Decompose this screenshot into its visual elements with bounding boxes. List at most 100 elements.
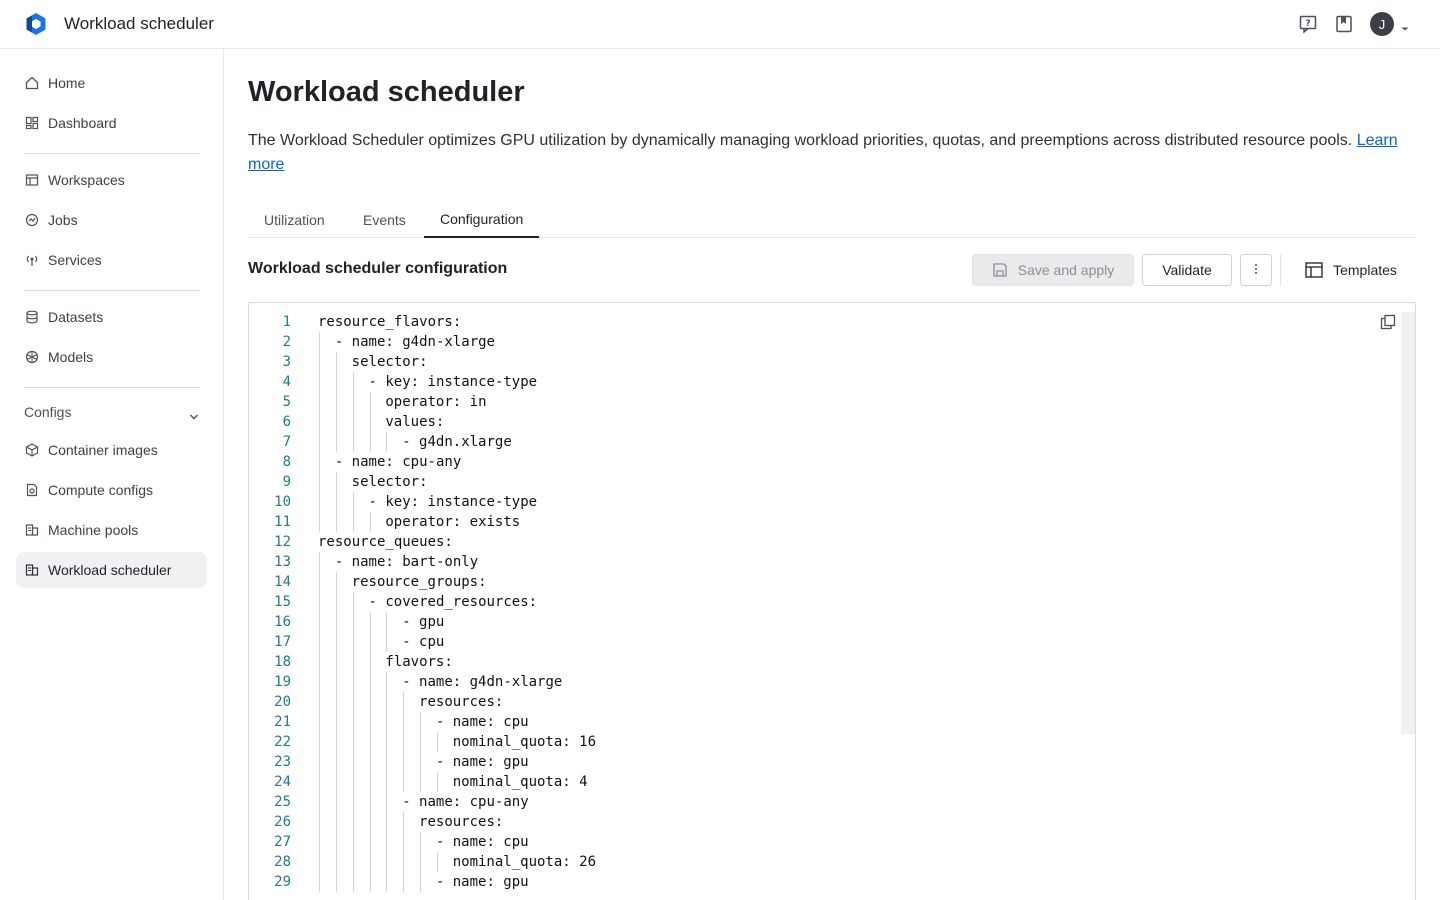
line-number: 7 — [282, 434, 291, 450]
tab-events[interactable]: Events — [347, 201, 422, 238]
validate-button[interactable]: Validate — [1142, 254, 1232, 286]
chevron-down-icon — [189, 408, 199, 420]
code-text: - name: g4dn-xlarge — [402, 674, 563, 690]
code-line[interactable]: 4 - key: instance-type — [249, 372, 1399, 392]
indent-guide — [335, 772, 337, 792]
indent-guide — [335, 352, 337, 372]
indent-guide — [335, 712, 337, 732]
sidebar-item-label: Compute configs — [48, 482, 154, 498]
copy-icon[interactable] — [1379, 313, 1397, 331]
sidebar-item-workspaces[interactable]: Workspaces — [16, 162, 207, 198]
docs-bookmark-icon[interactable] — [1334, 14, 1354, 34]
code-line[interactable]: 7 - g4dn.xlarge — [249, 432, 1399, 452]
indent-guide — [386, 792, 388, 812]
tab-configuration[interactable]: Configuration — [424, 201, 540, 238]
code-line[interactable]: 2 - name: g4dn-xlarge — [249, 332, 1399, 352]
code-line[interactable]: 16 - gpu — [249, 612, 1399, 632]
sidebar-item-label: Jobs — [48, 212, 78, 228]
line-number: 10 — [274, 494, 291, 510]
code-line[interactable]: 29 - name: gpu — [249, 872, 1399, 892]
indent-guide — [403, 732, 405, 752]
code-text: operator: in — [385, 394, 487, 410]
section-label: Configs — [24, 404, 72, 420]
code-line[interactable]: 15 - covered_resources: — [249, 592, 1399, 612]
code-line[interactable]: 21 - name: cpu — [249, 712, 1399, 732]
code-line[interactable]: 8 - name: cpu-any — [249, 452, 1399, 472]
sidebar-item-label: Container images — [48, 442, 158, 458]
sidebar-item-services[interactable]: Services — [16, 242, 207, 278]
indent-guide — [403, 812, 405, 832]
indent-guide — [352, 392, 354, 412]
indent-guide — [352, 672, 354, 692]
indent-guide — [319, 352, 320, 372]
save-label: Save and apply — [1017, 262, 1115, 278]
app-logo-icon[interactable] — [24, 12, 48, 36]
code-line[interactable]: 6 values: — [249, 412, 1399, 432]
code-line[interactable]: 17 - cpu — [249, 632, 1399, 652]
code-line[interactable]: 22 nominal_quota: 16 — [249, 732, 1399, 752]
sidebar-item-datasets[interactable]: Datasets — [16, 299, 207, 335]
sidebar-section-configs[interactable]: Configs — [16, 396, 207, 428]
code-text: - key: instance-type — [368, 374, 538, 390]
chevron-down-icon[interactable] — [1400, 20, 1410, 31]
templates-button[interactable]: Templates — [1292, 254, 1410, 286]
tab-utilization[interactable]: Utilization — [248, 201, 341, 238]
line-number: 25 — [274, 794, 291, 810]
code-line[interactable]: 23 - name: gpu — [249, 752, 1399, 772]
code-text: - name: gpu — [435, 754, 529, 770]
sidebar-item-compute-configs[interactable]: Compute configs — [16, 472, 207, 508]
code-line[interactable]: 26 resources: — [249, 812, 1399, 832]
code-line[interactable]: 18 flavors: — [249, 652, 1399, 672]
sidebar-divider — [24, 290, 200, 291]
code-line[interactable]: 27 - name: cpu — [249, 832, 1399, 852]
indent-guide — [352, 372, 354, 392]
indent-guide — [335, 392, 337, 412]
sidebar-item-machine-pools[interactable]: Machine pools — [16, 512, 207, 548]
indent-guide — [436, 732, 438, 752]
code-text: - name: cpu — [435, 714, 529, 730]
sidebar-item-workload-scheduler[interactable]: Workload scheduler — [16, 552, 207, 588]
dashboard-icon — [24, 115, 40, 131]
indent-guide — [319, 432, 320, 452]
indent-guide — [319, 652, 320, 672]
code-line[interactable]: 11 operator: exists — [249, 512, 1399, 532]
line-number: 1 — [282, 314, 291, 330]
indent-guide — [369, 432, 371, 452]
indent-guide — [369, 752, 371, 772]
code-line[interactable]: 25 - name: cpu-any — [249, 792, 1399, 812]
code-line[interactable]: 14 resource_groups: — [249, 572, 1399, 592]
help-icon[interactable]: ? — [1298, 14, 1318, 34]
indent-guide — [386, 832, 388, 852]
sidebar-item-container-images[interactable]: Container images — [16, 432, 207, 468]
code-line[interactable]: 12 resource_queues: — [249, 532, 1399, 552]
yaml-editor[interactable]: 1 resource_flavors: 2 - name: g4dn-xlarge 3 s… — [248, 302, 1416, 900]
code-line[interactable]: 5 operator: in — [249, 392, 1399, 412]
code-line[interactable]: 1 resource_flavors: — [249, 312, 1399, 332]
sidebar-item-models[interactable]: Models — [16, 339, 207, 375]
user-avatar[interactable]: J — [1370, 12, 1394, 36]
code-line[interactable]: 19 - name: g4dn-xlarge — [249, 672, 1399, 692]
code-text: - key: instance-type — [368, 494, 538, 510]
save-and-apply-button[interactable]: Save and apply — [972, 254, 1134, 286]
indent-guide — [335, 612, 337, 632]
indent-guide — [420, 712, 422, 732]
sidebar-item-home[interactable]: Home — [16, 65, 207, 101]
code-line[interactable]: 28 nominal_quota: 26 — [249, 852, 1399, 872]
indent-guide — [319, 372, 320, 392]
sidebar-item-jobs[interactable]: Jobs — [16, 202, 207, 238]
code-line[interactable]: 3 selector: — [249, 352, 1399, 372]
code-line[interactable]: 13 - name: bart-only — [249, 552, 1399, 572]
code-text: - name: cpu-any — [402, 794, 529, 810]
code-line[interactable]: 9 selector: — [249, 472, 1399, 492]
code-line[interactable]: 24 nominal_quota: 4 — [249, 772, 1399, 792]
indent-guide — [369, 692, 371, 712]
indent-guide — [386, 632, 388, 652]
code-line[interactable]: 20 resources: — [249, 692, 1399, 712]
templates-icon — [1305, 262, 1323, 278]
code-line[interactable]: 10 - key: instance-type — [249, 492, 1399, 512]
sidebar-item-dashboard[interactable]: Dashboard — [16, 105, 207, 141]
editor-scrollbar[interactable] — [1401, 312, 1415, 734]
more-options-button[interactable] — [1240, 254, 1272, 286]
workspaces-icon — [24, 172, 40, 188]
indent-guide — [319, 832, 320, 852]
